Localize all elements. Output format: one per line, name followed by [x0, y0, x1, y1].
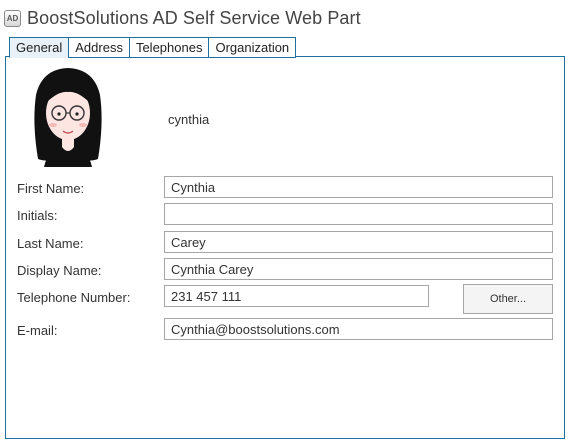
initials-label: Initials:: [17, 208, 58, 223]
other-telephones-button[interactable]: Other...: [463, 284, 553, 314]
email-label: E-mail:: [17, 323, 58, 338]
app-ad-icon: AD: [4, 9, 21, 27]
display-name-field[interactable]: [164, 258, 553, 280]
last-name-field[interactable]: [164, 231, 553, 253]
tab-strip: General Address Telephones Organization: [9, 37, 297, 58]
initials-field[interactable]: [164, 203, 553, 225]
last-name-label: Last Name:: [17, 236, 84, 251]
display-name-label: Display Name:: [17, 263, 102, 278]
first-name-field[interactable]: [164, 176, 553, 198]
app-title: BoostSolutions AD Self Service Web Part: [27, 7, 361, 28]
tab-address[interactable]: Address: [68, 37, 129, 58]
title-bar: AD BoostSolutions AD Self Service Web Pa…: [4, 5, 361, 31]
telephone-number-field[interactable]: [164, 285, 429, 307]
avatar: [34, 68, 102, 167]
tab-general[interactable]: General: [9, 37, 69, 58]
profile-username: cynthia: [168, 112, 210, 127]
first-name-label: First Name:: [17, 181, 85, 196]
telephone-number-label: Telephone Number:: [17, 290, 131, 305]
tab-organization[interactable]: Organization: [208, 37, 297, 58]
tab-telephones[interactable]: Telephones: [128, 37, 209, 58]
general-panel: cynthia First Name: Initials: Last Name:…: [5, 56, 565, 439]
email-field[interactable]: [164, 318, 553, 340]
